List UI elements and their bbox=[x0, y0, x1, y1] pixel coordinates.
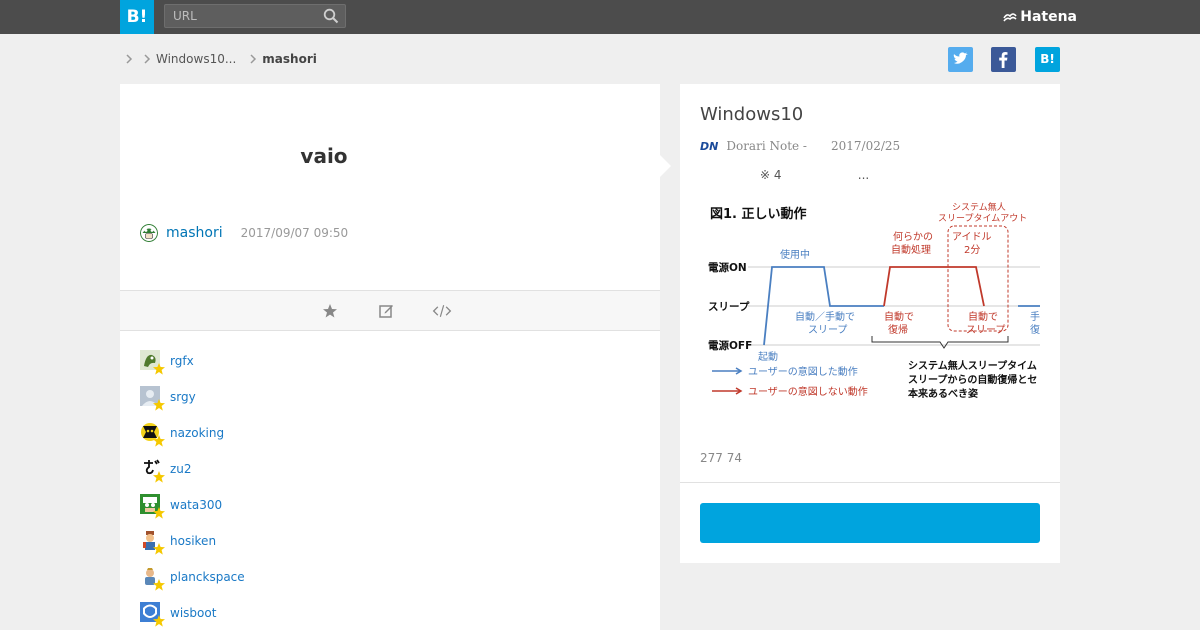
chevron-right-icon[interactable] bbox=[122, 52, 136, 66]
svg-text:2分: 2分 bbox=[964, 244, 980, 256]
legend-intended: ユーザーの意図した動作 bbox=[748, 365, 858, 378]
author-name-link[interactable]: mashori bbox=[166, 225, 223, 241]
star-icon bbox=[153, 579, 165, 591]
breadcrumb-entry-link[interactable]: Windows10... bbox=[156, 52, 236, 66]
star-user-name[interactable]: wata300 bbox=[170, 498, 222, 512]
star-user-name[interactable]: hosiken bbox=[170, 534, 216, 548]
twitter-share-button[interactable] bbox=[948, 47, 973, 72]
bookmark-count[interactable]: 277 74 bbox=[700, 451, 742, 465]
figure-title: 図1. 正しい動作 bbox=[710, 206, 807, 222]
avatar[interactable] bbox=[140, 224, 158, 242]
facebook-share-button[interactable] bbox=[991, 47, 1016, 72]
star-icon bbox=[153, 543, 165, 555]
star-user-name[interactable]: planckspace bbox=[170, 570, 245, 584]
star-user-row: hosiken bbox=[140, 530, 340, 558]
star-user-row: srgy bbox=[140, 386, 340, 414]
hatena-brand-text: Hatena bbox=[1020, 9, 1077, 25]
bookmark-timestamp[interactable]: 2017/09/07 09:50 bbox=[241, 226, 349, 240]
svg-text:スリープ: スリープ bbox=[966, 324, 1005, 336]
star-icon bbox=[153, 435, 165, 447]
edit-icon[interactable] bbox=[376, 301, 396, 321]
chevron-right-icon bbox=[144, 54, 151, 64]
hatena-bookmark-share-button[interactable]: B! bbox=[1035, 47, 1060, 72]
entry-site-name[interactable]: Dorari Note - bbox=[726, 139, 807, 153]
svg-text:スリープからの自動復帰とセ: スリープからの自動復帰とセ bbox=[908, 373, 1037, 386]
svg-text:自動処理: 自動処理 bbox=[891, 243, 931, 256]
label-power-on: 電源ON bbox=[708, 261, 747, 274]
entry-meta: DN Dorari Note - 2017/02/25 bbox=[700, 138, 900, 154]
breadcrumb-current-user[interactable]: mashori bbox=[262, 52, 317, 66]
star-user-name[interactable]: srgy bbox=[170, 390, 196, 404]
embed-code-icon[interactable] bbox=[432, 301, 452, 321]
label-in-use: 使用中 bbox=[780, 248, 810, 261]
star-icon bbox=[153, 363, 165, 375]
star-user-row: wata300 bbox=[140, 494, 340, 522]
entry-excerpt: ※ 4 ... bbox=[760, 168, 870, 182]
bookmark-action-bar bbox=[120, 290, 660, 331]
entry-title-link[interactable]: Windows10 bbox=[700, 104, 803, 125]
bottom-note: システム無人スリープタイム bbox=[908, 359, 1037, 372]
label-power-off: 電源OFF bbox=[708, 339, 752, 352]
star-icon bbox=[153, 507, 165, 519]
hatena-bookmark-logo[interactable]: B! bbox=[120, 0, 154, 34]
svg-text:復: 復 bbox=[1030, 323, 1040, 336]
divider bbox=[680, 482, 1060, 483]
facebook-f-icon bbox=[999, 52, 1008, 68]
star-user-row: rgfx bbox=[140, 350, 340, 378]
bookmark-entry-button[interactable] bbox=[700, 503, 1040, 543]
star-user-name[interactable]: zu2 bbox=[170, 462, 192, 476]
twitter-bird-icon bbox=[953, 52, 968, 64]
star-user-row: wisboot bbox=[140, 602, 340, 630]
star-user-row: zu2 bbox=[140, 458, 340, 486]
hatena-cloud-icon bbox=[1003, 13, 1017, 22]
entry-card: Windows10 DN Dorari Note - 2017/02/25 ※ … bbox=[680, 84, 1060, 563]
hatena-brand-link[interactable]: Hatena bbox=[1003, 8, 1077, 26]
top-bar: B! Hatena bbox=[0, 0, 1200, 34]
entry-thumbnail-diagram[interactable]: 図1. 正しい動作 電源ON スリープ 電源OFF 使用中 起動 自動／手動で … bbox=[700, 196, 1040, 426]
label-auto-resume: 自動で bbox=[884, 310, 914, 323]
breadcrumb: Windows10... mashori bbox=[120, 48, 317, 70]
url-search-input[interactable] bbox=[165, 5, 315, 27]
star-user-name[interactable]: wisboot bbox=[170, 606, 216, 620]
star-user-name[interactable]: rgfx bbox=[170, 354, 194, 368]
label-auto-sleep: 自動で bbox=[968, 310, 998, 323]
bookmark-panel: vaio mashori 2017/09/07 09:50 rgfx srgy … bbox=[120, 84, 660, 630]
search-icon[interactable] bbox=[323, 8, 339, 24]
label-top-note: システム無人 bbox=[952, 201, 1006, 213]
bookmark-comment: vaio bbox=[300, 144, 348, 168]
star-icon bbox=[153, 615, 165, 627]
site-favicon: DN bbox=[700, 139, 719, 153]
svg-text:手: 手 bbox=[1030, 310, 1040, 323]
label-boot: 起動 bbox=[758, 350, 778, 363]
url-search-box[interactable] bbox=[164, 4, 346, 28]
chevron-right-icon bbox=[250, 54, 257, 64]
label-idle: アイドル bbox=[952, 232, 992, 243]
star-user-row: planckspace bbox=[140, 566, 340, 594]
label-sleep: スリープ bbox=[708, 300, 750, 313]
entry-date: 2017/02/25 bbox=[831, 139, 901, 153]
label-some-auto: 何らかの bbox=[893, 230, 933, 243]
star-icon bbox=[153, 399, 165, 411]
star-icon[interactable] bbox=[320, 301, 340, 321]
panel-pointer bbox=[659, 154, 671, 178]
svg-text:復帰: 復帰 bbox=[888, 323, 908, 336]
svg-text:スリープ: スリープ bbox=[808, 324, 847, 336]
star-user-row: nazoking bbox=[140, 422, 340, 450]
svg-text:本来あるべき姿: 本来あるべき姿 bbox=[908, 387, 978, 400]
bookmark-author: mashori 2017/09/07 09:50 bbox=[140, 222, 348, 244]
label-auto-manual-sleep: 自動／手動で bbox=[795, 310, 855, 323]
legend-unintended: ユーザーの意図しない動作 bbox=[748, 385, 868, 398]
star-user-name[interactable]: nazoking bbox=[170, 426, 224, 440]
star-icon bbox=[153, 471, 165, 483]
svg-text:スリープタイムアウト: スリープタイムアウト bbox=[938, 213, 1027, 224]
